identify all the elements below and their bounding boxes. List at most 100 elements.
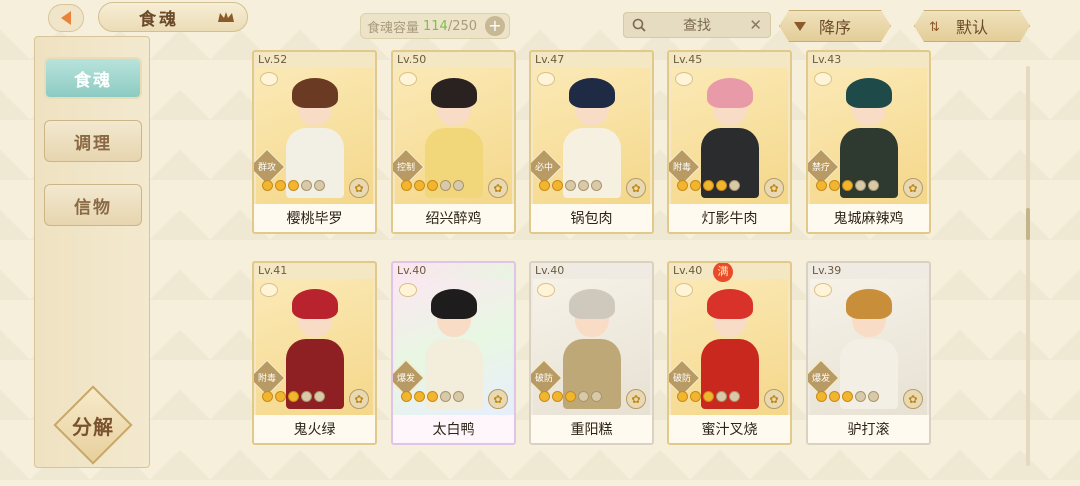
character-hair: [707, 78, 753, 108]
star-icon: [716, 391, 727, 402]
character-hair: [292, 78, 338, 108]
card-name: 驴打滚: [808, 415, 929, 443]
star-icon: [275, 180, 286, 191]
element-flower-icon: ✿: [903, 178, 923, 198]
star-icon: [440, 180, 451, 191]
add-capacity-button[interactable]: +: [485, 16, 505, 36]
capacity-display: 食魂容量 114 /250 +: [360, 13, 510, 39]
food-soul-card[interactable]: Lv.41 附毒 ✿ 鬼火绿: [252, 261, 377, 445]
character-hair: [431, 78, 477, 108]
card-name: 太白鸭: [393, 415, 514, 443]
star-icon: [440, 391, 451, 402]
tab-keepsake[interactable]: 信物: [44, 184, 142, 226]
star-icon: [703, 391, 714, 402]
star-icon: [552, 180, 563, 191]
food-soul-card[interactable]: Lv.40 破防 ✿ 重阳糕: [529, 261, 654, 445]
role-badge-label: 禁疗: [811, 163, 830, 173]
equipment-slot-icon: [814, 72, 832, 86]
star-rating: [262, 391, 325, 405]
role-badge-label: 群攻: [257, 163, 276, 173]
card-level: Lv.40: [397, 264, 427, 277]
star-icon: [262, 180, 273, 191]
page-title: 食魂: [98, 2, 248, 32]
star-icon: [842, 180, 853, 191]
sort-mode-label: 默认: [955, 18, 988, 37]
card-name: 鬼城麻辣鸡: [808, 204, 929, 232]
star-icon: [816, 180, 827, 191]
scrollbar-thumb[interactable]: [1026, 208, 1030, 240]
sort-mode-icon: ⇅: [929, 20, 940, 35]
star-rating: [539, 180, 602, 194]
decompose-button[interactable]: 分解: [53, 385, 133, 465]
card-name: 绍兴醉鸡: [393, 204, 514, 232]
star-icon: [314, 180, 325, 191]
star-icon: [275, 391, 286, 402]
star-icon: [677, 391, 688, 402]
role-badge-label: 附毒: [672, 163, 691, 173]
element-flower-icon: ✿: [626, 178, 646, 198]
clear-search-icon[interactable]: ✕: [749, 16, 762, 34]
star-icon: [829, 391, 840, 402]
crown-icon: [218, 12, 234, 22]
sort-label: 降序: [818, 18, 851, 37]
star-rating: [816, 391, 879, 405]
star-icon: [288, 180, 299, 191]
character-hair: [707, 289, 753, 319]
search-input[interactable]: 查找 ✕: [623, 12, 771, 38]
star-icon: [578, 180, 589, 191]
food-soul-card[interactable]: Lv.52 群攻 ✿ 樱桃毕罗: [252, 50, 377, 234]
tab-conditioning[interactable]: 调理: [44, 120, 142, 162]
star-rating: [401, 180, 464, 194]
star-icon: [716, 180, 727, 191]
star-icon: [301, 180, 312, 191]
star-icon: [453, 180, 464, 191]
card-level: Lv.40: [673, 264, 703, 277]
food-soul-card[interactable]: Lv.43 禁疗 ✿ 鬼城麻辣鸡: [806, 50, 931, 234]
food-soul-card[interactable]: Lv.39 爆发 ✿ 驴打滚: [806, 261, 931, 445]
food-soul-card[interactable]: Lv.50 控制 ✿ 绍兴醉鸡: [391, 50, 516, 234]
character-hair: [431, 289, 477, 319]
star-rating: [401, 391, 464, 405]
star-rating: [816, 180, 879, 194]
food-soul-card[interactable]: Lv.47 必中 ✿ 锅包肉: [529, 50, 654, 234]
star-icon: [690, 180, 701, 191]
card-name: 重阳糕: [531, 415, 652, 443]
top-bar: 食魂 食魂容量 114 /250 + 查找 ✕ 降序 ⇅ 默认: [0, 0, 1080, 44]
character-hair: [292, 289, 338, 319]
sort-order-button[interactable]: 降序: [779, 10, 891, 42]
back-button[interactable]: [48, 4, 84, 32]
role-badge-label: 爆发: [396, 374, 415, 384]
character-hair: [846, 289, 892, 319]
star-icon: [591, 391, 602, 402]
star-icon: [703, 180, 714, 191]
card-level: Lv.43: [812, 53, 842, 66]
card-level: Lv.45: [673, 53, 703, 66]
sort-mode-button[interactable]: ⇅ 默认: [914, 10, 1030, 42]
star-rating: [677, 180, 740, 194]
card-name: 樱桃毕罗: [254, 204, 375, 232]
star-icon: [855, 391, 866, 402]
tab-food-soul[interactable]: 食魂: [44, 57, 142, 99]
card-name: 锅包肉: [531, 204, 652, 232]
equipment-slot-icon: [260, 72, 278, 86]
star-icon: [301, 391, 312, 402]
star-icon: [401, 391, 412, 402]
star-icon: [677, 180, 688, 191]
role-badge-label: 附毒: [257, 374, 276, 384]
card-level: Lv.50: [397, 53, 427, 66]
character-hair: [569, 78, 615, 108]
element-flower-icon: ✿: [349, 389, 369, 409]
capacity-total: /250: [447, 18, 478, 34]
food-soul-card[interactable]: Lv.40 爆发 ✿ 太白鸭: [391, 261, 516, 445]
food-soul-card[interactable]: Lv.45 附毒 ✿ 灯影牛肉: [667, 50, 792, 234]
card-name: 鬼火绿: [254, 415, 375, 443]
star-icon: [868, 180, 879, 191]
star-icon: [842, 391, 853, 402]
star-icon: [729, 391, 740, 402]
role-badge-label: 破防: [534, 374, 553, 384]
scrollbar-track[interactable]: [1026, 66, 1030, 466]
equipment-slot-icon: [260, 283, 278, 297]
food-soul-card[interactable]: Lv.40 满破防 ✿ 蜜汁叉烧: [667, 261, 792, 445]
search-icon: [632, 18, 646, 32]
element-flower-icon: ✿: [488, 389, 508, 409]
